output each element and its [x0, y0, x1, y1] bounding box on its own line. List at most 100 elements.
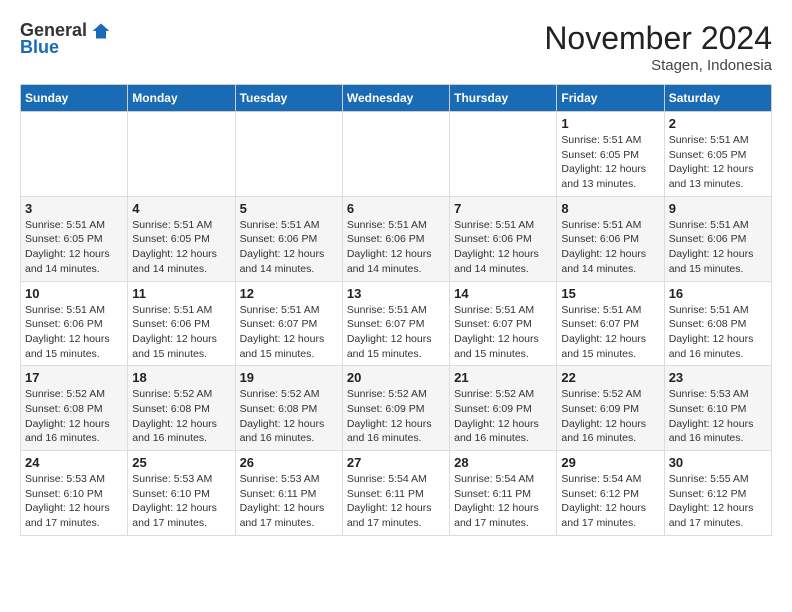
day-info: Sunrise: 5:51 AM Sunset: 6:06 PM Dayligh… — [347, 218, 445, 277]
calendar-day-4: 4 Sunrise: 5:51 AM Sunset: 6:05 PM Daylig… — [128, 196, 235, 281]
day-number: 7 — [454, 201, 552, 216]
calendar-day-8: 8Sunrise: 5:51 AM Sunset: 6:06 PM Daylig… — [557, 196, 664, 281]
day-number: 15 — [561, 286, 659, 301]
page-header: General Blue November 2024 Stagen, Indon… — [20, 20, 772, 74]
day-info: Sunrise: 5:52 AM Sunset: 6:08 PM Dayligh… — [132, 387, 230, 446]
calendar-day-18: 18 Sunrise: 5:52 AM Sunset: 6:08 PM Dayli… — [128, 366, 235, 451]
day-info: Sunrise: 5:51 AM Sunset: 6:07 PM Dayligh… — [561, 303, 659, 362]
calendar-day-26: 26 Sunrise: 5:53 AM Sunset: 6:11 PM Dayli… — [235, 451, 342, 536]
calendar-week-5: 24 Sunrise: 5:53 AM Sunset: 6:10 PM Dayli… — [21, 451, 772, 536]
calendar-day-16: 16Sunrise: 5:51 AM Sunset: 6:08 PM Dayli… — [664, 281, 771, 366]
day-info: Sunrise: 5:51 AM Sunset: 6:07 PM Dayligh… — [240, 303, 338, 362]
calendar-day-6: 6Sunrise: 5:51 AM Sunset: 6:06 PM Daylig… — [342, 196, 449, 281]
day-number: 18 — [132, 370, 230, 385]
calendar-day-17: 17 Sunrise: 5:52 AM Sunset: 6:08 PM Dayli… — [21, 366, 128, 451]
empty-day — [128, 112, 235, 197]
calendar-day-30: 30 Sunrise: 5:55 AM Sunset: 6:12 PM Dayli… — [664, 451, 771, 536]
calendar-day-14: 14 Sunrise: 5:51 AM Sunset: 6:07 PM Dayli… — [450, 281, 557, 366]
day-number: 20 — [347, 370, 445, 385]
empty-day — [21, 112, 128, 197]
day-number: 21 — [454, 370, 552, 385]
day-number: 9 — [669, 201, 767, 216]
day-info: Sunrise: 5:54 AM Sunset: 6:11 PM Dayligh… — [454, 472, 552, 531]
day-number: 30 — [669, 455, 767, 470]
day-info: Sunrise: 5:51 AM Sunset: 6:07 PM Dayligh… — [347, 303, 445, 362]
day-number: 19 — [240, 370, 338, 385]
calendar-day-11: 11 Sunrise: 5:51 AM Sunset: 6:06 PM Dayli… — [128, 281, 235, 366]
day-number: 13 — [347, 286, 445, 301]
day-number: 29 — [561, 455, 659, 470]
day-info: Sunrise: 5:51 AM Sunset: 6:06 PM Dayligh… — [132, 303, 230, 362]
calendar-table: SundayMondayTuesdayWednesdayThursdayFrid… — [20, 84, 772, 536]
calendar-day-3: 3Sunrise: 5:51 AM Sunset: 6:05 PM Daylig… — [21, 196, 128, 281]
calendar-week-2: 3 Sunrise: 5:51 AM Sunset: 6:05 PM Daylig… — [21, 196, 772, 281]
calendar-day-27: 27 Sunrise: 5:54 AM Sunset: 6:11 PM Dayli… — [342, 451, 449, 536]
calendar-day-2: 2 Sunrise: 5:51 AM Sunset: 6:05 PM Daylig… — [664, 112, 771, 197]
day-info: Sunrise: 5:51 AM Sunset: 6:05 PM Dayligh… — [669, 133, 767, 192]
day-number: 23 — [669, 370, 767, 385]
calendar-day-9: 9 Sunrise: 5:51 AM Sunset: 6:06 PM Daylig… — [664, 196, 771, 281]
calendar-day-10: 10 Sunrise: 5:51 AM Sunset: 6:06 PM Dayli… — [21, 281, 128, 366]
day-info: Sunrise: 5:53 AM Sunset: 6:10 PM Dayligh… — [669, 387, 767, 446]
day-info: Sunrise: 5:53 AM Sunset: 6:10 PM Dayligh… — [25, 472, 123, 531]
day-info: Sunrise: 5:52 AM Sunset: 6:08 PM Dayligh… — [25, 387, 123, 446]
logo-blue-text: Blue — [20, 37, 59, 58]
day-number: 2 — [669, 116, 767, 131]
day-info: Sunrise: 5:51 AM Sunset: 6:06 PM Dayligh… — [454, 218, 552, 277]
empty-day — [235, 112, 342, 197]
day-info: Sunrise: 5:51 AM Sunset: 6:07 PM Dayligh… — [454, 303, 552, 362]
calendar-day-24: 24 Sunrise: 5:53 AM Sunset: 6:10 PM Dayli… — [21, 451, 128, 536]
calendar-day-23: 23 Sunrise: 5:53 AM Sunset: 6:10 PM Dayli… — [664, 366, 771, 451]
day-number: 4 — [132, 201, 230, 216]
day-number: 25 — [132, 455, 230, 470]
calendar-day-1: 1Sunrise: 5:51 AM Sunset: 6:05 PM Daylig… — [557, 112, 664, 197]
day-number: 17 — [25, 370, 123, 385]
calendar-day-20: 20 Sunrise: 5:52 AM Sunset: 6:09 PM Dayli… — [342, 366, 449, 451]
calendar-day-22: 22Sunrise: 5:52 AM Sunset: 6:09 PM Dayli… — [557, 366, 664, 451]
day-info: Sunrise: 5:51 AM Sunset: 6:06 PM Dayligh… — [669, 218, 767, 277]
calendar-day-21: 21Sunrise: 5:52 AM Sunset: 6:09 PM Dayli… — [450, 366, 557, 451]
day-info: Sunrise: 5:54 AM Sunset: 6:12 PM Dayligh… — [561, 472, 659, 531]
calendar-day-7: 7 Sunrise: 5:51 AM Sunset: 6:06 PM Daylig… — [450, 196, 557, 281]
calendar-day-29: 29 Sunrise: 5:54 AM Sunset: 6:12 PM Dayli… — [557, 451, 664, 536]
weekday-header-friday: Friday — [557, 85, 664, 112]
weekday-header-tuesday: Tuesday — [235, 85, 342, 112]
day-number: 5 — [240, 201, 338, 216]
month-title: November 2024 — [544, 20, 772, 57]
day-info: Sunrise: 5:51 AM Sunset: 6:06 PM Dayligh… — [25, 303, 123, 362]
day-info: Sunrise: 5:51 AM Sunset: 6:05 PM Dayligh… — [132, 218, 230, 277]
day-info: Sunrise: 5:53 AM Sunset: 6:10 PM Dayligh… — [132, 472, 230, 531]
logo: General Blue — [20, 20, 111, 58]
calendar-day-28: 28 Sunrise: 5:54 AM Sunset: 6:11 PM Dayli… — [450, 451, 557, 536]
weekday-header-saturday: Saturday — [664, 85, 771, 112]
weekday-header-monday: Monday — [128, 85, 235, 112]
day-info: Sunrise: 5:54 AM Sunset: 6:11 PM Dayligh… — [347, 472, 445, 531]
calendar-week-3: 10 Sunrise: 5:51 AM Sunset: 6:06 PM Dayli… — [21, 281, 772, 366]
logo-icon — [91, 21, 111, 41]
day-number: 3 — [25, 201, 123, 216]
day-info: Sunrise: 5:55 AM Sunset: 6:12 PM Dayligh… — [669, 472, 767, 531]
day-number: 26 — [240, 455, 338, 470]
empty-day — [450, 112, 557, 197]
calendar-week-4: 17 Sunrise: 5:52 AM Sunset: 6:08 PM Dayli… — [21, 366, 772, 451]
day-number: 27 — [347, 455, 445, 470]
day-number: 1 — [561, 116, 659, 131]
day-info: Sunrise: 5:52 AM Sunset: 6:09 PM Dayligh… — [347, 387, 445, 446]
calendar-week-1: 1 Sunrise: 5:51 AM Sunset: 6:05 PM Daylig… — [21, 112, 772, 197]
title-block: November 2024 Stagen, Indonesia — [544, 20, 772, 74]
location: Stagen, Indonesia — [544, 57, 772, 74]
day-number: 16 — [669, 286, 767, 301]
day-number: 28 — [454, 455, 552, 470]
day-number: 10 — [25, 286, 123, 301]
calendar-day-5: 5Sunrise: 5:51 AM Sunset: 6:06 PM Daylig… — [235, 196, 342, 281]
calendar-day-12: 12Sunrise: 5:51 AM Sunset: 6:07 PM Dayli… — [235, 281, 342, 366]
day-info: Sunrise: 5:53 AM Sunset: 6:11 PM Dayligh… — [240, 472, 338, 531]
day-number: 11 — [132, 286, 230, 301]
weekday-header-thursday: Thursday — [450, 85, 557, 112]
day-number: 24 — [25, 455, 123, 470]
day-number: 22 — [561, 370, 659, 385]
calendar-day-13: 13 Sunrise: 5:51 AM Sunset: 6:07 PM Dayli… — [342, 281, 449, 366]
day-number: 14 — [454, 286, 552, 301]
day-info: Sunrise: 5:51 AM Sunset: 6:06 PM Dayligh… — [561, 218, 659, 277]
empty-day — [342, 112, 449, 197]
